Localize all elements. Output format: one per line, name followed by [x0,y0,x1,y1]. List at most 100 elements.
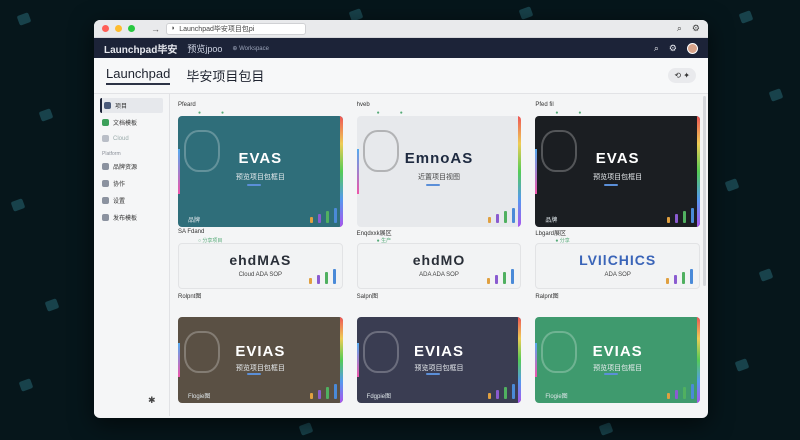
template-card[interactable]: Lbgard展区 ● 分享 LVIlCHICS ADA SOP Ralpnt图 [535,227,700,301]
swatch-bar [691,208,694,223]
card-tagline: 预览项目包框目 [414,365,464,372]
swatch-bar [495,275,499,284]
sidebar-item-collab[interactable]: 协作 [100,176,163,191]
sidebar-item-templates[interactable]: 文档模板 [100,115,163,130]
template-card[interactable]: EVIAS 预览项目包框目 Fdgpie图 [356,301,522,403]
template-card[interactable]: Enqdxxk展区 ● 生产 ehdMO ADA ADA SOP Salpn图 [356,227,522,301]
avatar[interactable] [687,42,698,54]
swatch-bar [683,387,686,399]
workspace-switcher[interactable]: ⊕ Workspace [232,45,269,52]
background-glyph [16,12,32,26]
sidebar-item-cloud[interactable]: Cloud [100,132,163,145]
header-tools[interactable]: ⟲ ✦ [668,68,696,83]
card-title [535,301,700,311]
card-logo-text: EVIAS [592,343,643,360]
card-logo-text: EVIAS [413,343,464,360]
color-strip-left [535,149,538,194]
background-glyph [734,358,750,372]
page-icon: ◗ [171,25,176,32]
card-thumbnail[interactable]: EVIAS 预览项目包框目 Fdgpie图 [356,317,522,403]
sidebar-item-label: 协作 [113,182,126,188]
project-name[interactable]: 预览jpoo [187,42,222,55]
swatch-bars [309,384,337,399]
tray-icon [102,214,109,221]
template-card[interactable]: EVIAS 预览项目包框目 Flogie图 [535,301,700,403]
card-logo-text: EVAS [595,150,640,167]
back-arrow-icon[interactable]: → [151,24,160,34]
background-glyph [44,298,60,312]
swatch-bar [690,269,693,284]
settings-icon[interactable]: ⚙ [692,23,700,34]
thumbnail-footer-label: 品牌 [545,218,558,224]
swatch-bars [667,384,694,399]
launchpad-tab[interactable]: Launchpad [106,66,171,85]
card-thumbnail[interactable]: EVAS 预览项目包框目 品牌 [178,116,343,227]
card-thumbnail[interactable]: LVIlCHICS ADA SOP [535,243,700,289]
swatch-bar [691,384,694,399]
app-brand[interactable]: Launchpad毕安 [104,41,177,56]
sidebar-item-projects[interactable]: 项目 [100,98,163,113]
color-strip-left [178,149,180,194]
shield-icon [102,197,109,204]
swatch-bar [325,211,329,223]
sidebar-item-settings[interactable]: 设置 [100,193,163,208]
template-card[interactable]: Pfeard ● ● EVAS 预览项目包框目 品牌 [178,100,343,227]
search-icon[interactable]: ⌕ [677,23,682,34]
swatch-bars [487,269,515,284]
search-icon[interactable]: ⌕ [654,43,659,54]
thumbnail-footer-label: Flogie图 [545,394,568,400]
sidebar-item-label: 文档模板 [113,121,138,127]
swatch-bar [325,387,329,399]
swatch-bar [675,214,678,223]
card-title: Lbgard展区 [535,230,567,237]
collapse-sidebar-icon[interactable]: ✱ [148,395,156,406]
sidebar-item-publish[interactable]: 发布模板 [100,210,163,225]
background-glyph [738,10,754,24]
color-strip [518,116,522,227]
settings-icon[interactable]: ⚙ [669,43,677,54]
swatch-bar [674,275,677,284]
template-card[interactable]: SA Fdand ○ 分享项目 ehdMAS Cloud ADA SOP Rolpnt图 [178,227,343,301]
swatch-bar [324,272,328,284]
template-card[interactable]: Pfed fil ● ● EVAS 预览项目包框目 品牌 [535,100,700,227]
template-card[interactable]: EVIAS 预览项目包框目 Flogie图 [178,301,343,403]
card-title: SA Fdand [178,229,205,235]
sidebar-item-label: 发布模板 [113,216,138,222]
template-grid: Pfeard ● ● EVAS 预览项目包框目 品牌 hveb ● ● EmnoAS 近置项目视图 P… [170,94,708,416]
accent-underline [247,184,262,186]
swatch-bar [667,393,670,399]
card-title: Pfeard [178,102,196,108]
swatch-bar [496,214,500,223]
minimize-window-button[interactable] [115,25,122,32]
swatch-bar [496,390,500,399]
background-glyph [724,178,740,192]
swatch-bar [332,269,336,284]
template-card[interactable]: hveb ● ● EmnoAS 近置项目视图 [356,100,522,227]
card-thumbnail[interactable]: EVIAS 预览项目包框目 Flogie图 [535,317,700,403]
sidebar-item-brand[interactable]: 品牌资源 [100,159,163,174]
card-title [178,301,343,311]
browser-window: → ◗ Launchpad毕安项目包pi ⌕ ⚙ Launchpad毕安 预览j… [94,20,708,418]
card-thumbnail[interactable]: EmnoAS 近置项目视图 [356,116,522,227]
card-title [357,301,522,311]
address-bar[interactable]: ◗ Launchpad毕安项目包pi [166,22,306,35]
scrollbar[interactable] [703,96,706,286]
cloud-icon [102,135,109,142]
card-footer: Salpn图 [356,294,379,300]
swatch-bar [675,390,678,399]
card-title: Pfed fil [535,102,554,108]
users-icon [102,180,109,187]
card-thumbnail[interactable]: EVAS 预览项目包框目 品牌 [535,116,700,227]
color-strip [697,317,700,403]
accent-underline [604,184,619,186]
swatch-bar [666,278,669,284]
card-thumbnail[interactable]: ehdMO ADA ADA SOP [356,243,522,289]
swatch-bars [666,269,693,284]
swatch-bar [682,272,685,284]
address-text: Launchpad毕安项目包pi [179,25,255,33]
card-thumbnail[interactable]: ehdMAS Cloud ADA SOP [178,243,343,289]
close-window-button[interactable] [102,25,109,32]
card-thumbnail[interactable]: EVIAS 预览项目包框目 Flogie图 [178,317,343,403]
maximize-window-button[interactable] [128,25,135,32]
swatch-bar [504,211,508,223]
